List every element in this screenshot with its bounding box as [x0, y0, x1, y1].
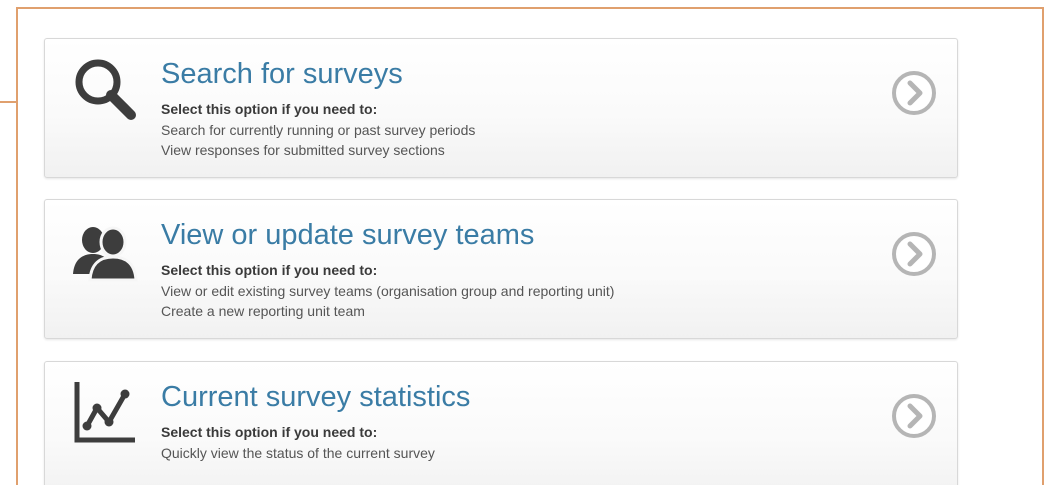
card-description: Quickly view the status of the current s…	[161, 443, 435, 463]
card-lead: Select this option if you need to:	[161, 424, 378, 440]
users-icon	[71, 216, 139, 284]
card-description-line: Quickly view the status of the current s…	[161, 445, 435, 461]
search-surveys-card[interactable]: Search for surveys Select this option if…	[44, 38, 958, 178]
left-divider	[0, 101, 16, 103]
card-title[interactable]: Search for surveys	[161, 57, 403, 91]
line-chart-icon	[71, 378, 139, 446]
card-description-line: Create a new reporting unit team	[161, 303, 365, 319]
page: Search for surveys Select this option if…	[0, 0, 1051, 485]
card-title[interactable]: View or update survey teams	[161, 218, 534, 252]
survey-statistics-card[interactable]: Current survey statistics Select this op…	[44, 361, 958, 485]
survey-teams-card[interactable]: View or update survey teams Select this …	[44, 199, 958, 339]
chevron-right-icon[interactable]	[891, 231, 937, 277]
card-lead: Select this option if you need to:	[161, 101, 378, 117]
card-description: View or edit existing survey teams (orga…	[161, 281, 614, 321]
card-description-line: Search for currently running or past sur…	[161, 122, 476, 138]
card-title[interactable]: Current survey statistics	[161, 380, 470, 414]
card-description-line: View responses for submitted survey sect…	[161, 142, 445, 158]
options-panel: Search for surveys Select this option if…	[16, 7, 1044, 485]
card-description: Search for currently running or past sur…	[161, 120, 475, 160]
card-description-line: View or edit existing survey teams (orga…	[161, 283, 615, 299]
chevron-right-icon[interactable]	[891, 393, 937, 439]
card-lead: Select this option if you need to:	[161, 262, 378, 278]
chevron-right-icon[interactable]	[891, 70, 937, 116]
search-icon	[71, 55, 139, 123]
